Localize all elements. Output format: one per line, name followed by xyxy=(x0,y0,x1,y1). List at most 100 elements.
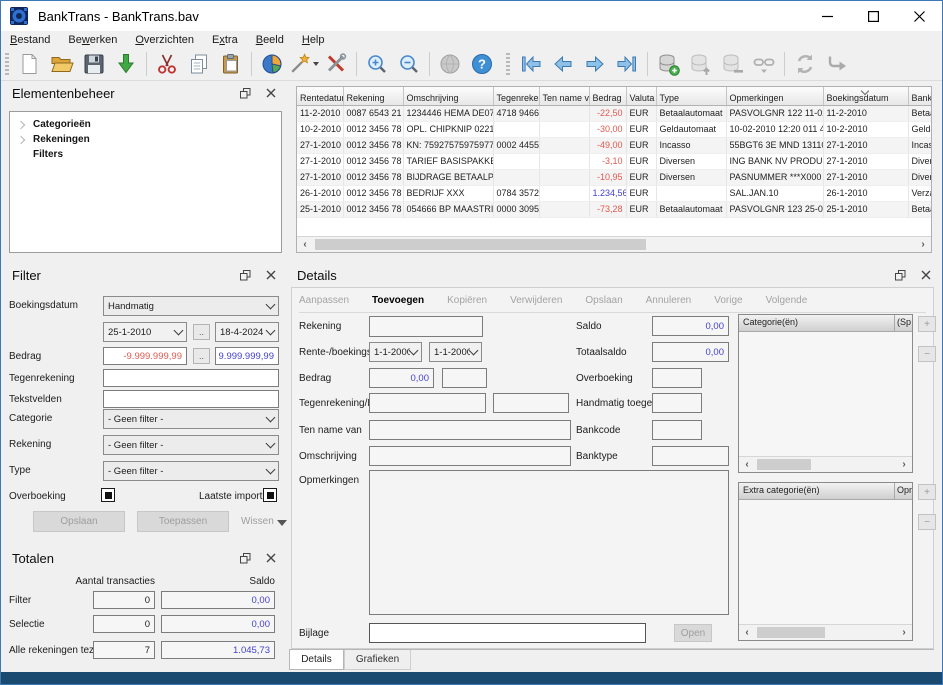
col-banktype[interactable]: Banktype xyxy=(908,87,931,105)
categorie-remove-button[interactable]: − xyxy=(918,346,936,362)
scroll-left-icon[interactable]: ‹ xyxy=(739,458,755,472)
action-kopieren[interactable]: Kopiëren xyxy=(447,295,487,306)
tools-button[interactable] xyxy=(321,50,351,78)
export-button[interactable] xyxy=(822,50,852,78)
tab-grafieken[interactable]: Grafieken xyxy=(344,650,411,670)
float-panel-button[interactable] xyxy=(238,86,252,100)
previous-transaction-button[interactable] xyxy=(548,50,578,78)
banktype-field[interactable] xyxy=(652,446,729,466)
bic-input[interactable] xyxy=(493,393,569,413)
close-button[interactable] xyxy=(896,1,942,31)
save-file-button[interactable] xyxy=(79,50,109,78)
col-bedrag[interactable]: Bedrag xyxy=(589,87,626,105)
categorie-add-button[interactable]: + xyxy=(918,316,936,332)
action-annuleren[interactable]: Annuleren xyxy=(646,295,692,306)
action-opslaan[interactable]: Opslaan xyxy=(585,295,622,306)
last-transaction-button[interactable] xyxy=(612,50,642,78)
menu-bewerken[interactable]: Bewerken xyxy=(59,33,126,47)
table-horizontal-scrollbar[interactable]: ‹ › xyxy=(297,236,931,252)
boekingsdatum-select[interactable]: Handmatig xyxy=(103,296,279,316)
bedrag-max-input[interactable]: 9.999.999,99 xyxy=(215,347,279,365)
menu-bestand[interactable]: Bestand xyxy=(1,33,59,47)
pie-chart-button[interactable] xyxy=(257,50,287,78)
categorie-column[interactable]: Categorie(ën) xyxy=(739,315,895,331)
scroll-left-icon[interactable]: ‹ xyxy=(297,238,313,252)
scrollbar-thumb[interactable] xyxy=(315,239,646,250)
paste-button[interactable] xyxy=(216,50,246,78)
opmerking-column[interactable]: Opm xyxy=(895,483,912,499)
date-to-select[interactable]: 18-4-2024 xyxy=(215,322,279,342)
boekingsdatum-detail-select[interactable]: 1-1-2000 xyxy=(429,342,482,362)
col-valuta[interactable]: Valuta xyxy=(626,87,656,105)
bijlage-input[interactable] xyxy=(369,623,646,643)
tekstvelden-input[interactable] xyxy=(103,390,279,408)
col-ten-name-van[interactable]: Ten name van xyxy=(539,87,589,105)
transaction-row[interactable]: 10-2-2010 0012 3456 78 OPL. CHIPKNIP 022… xyxy=(297,121,931,137)
date-from-select[interactable]: 25-1-2010 xyxy=(103,322,187,342)
web-button[interactable] xyxy=(435,50,465,78)
ten-name-van-input[interactable] xyxy=(369,420,571,440)
extra-categorie-add-button[interactable]: + xyxy=(918,484,936,500)
action-aanpassen[interactable]: Aanpassen xyxy=(299,295,349,306)
transaction-row[interactable]: 27-1-2010 0012 3456 78 TARIEF BASISPAKKE… xyxy=(297,153,931,169)
transaction-row[interactable]: 27-1-2010 0012 3456 78 KN: 7592757597597… xyxy=(297,137,931,153)
next-transaction-button[interactable] xyxy=(580,50,610,78)
filter-toepassen-button[interactable]: Toepassen xyxy=(137,511,229,532)
extra-categorie-list-scrollbar[interactable]: ‹ › xyxy=(739,624,912,640)
handmatig-toegekend-field[interactable] xyxy=(652,393,702,413)
tree-item-rekeningen[interactable]: Rekeningen xyxy=(10,132,281,147)
wissen-dropdown-caret[interactable] xyxy=(277,520,287,526)
minimize-button[interactable] xyxy=(804,1,850,31)
transaction-row[interactable]: 26-1-2010 0012 3456 78 BEDRIJF XXX 0784 … xyxy=(297,185,931,201)
date-range-button[interactable]: .. xyxy=(193,324,210,340)
bedrag-detail-input[interactable]: 0,00 xyxy=(369,368,434,388)
tegenrekening-input[interactable] xyxy=(103,369,279,387)
categorie-list-scrollbar[interactable]: ‹ › xyxy=(739,456,912,472)
copy-button[interactable] xyxy=(184,50,214,78)
col-boekingsdatum[interactable]: Boekingsdatum xyxy=(823,87,908,105)
open-file-button[interactable] xyxy=(47,50,77,78)
col-rekening[interactable]: Rekening xyxy=(343,87,403,105)
scroll-right-icon[interactable]: › xyxy=(915,238,931,252)
first-transaction-button[interactable] xyxy=(516,50,546,78)
filter-opslaan-button[interactable]: Opslaan xyxy=(33,511,125,532)
rekening-select[interactable]: - Geen filter - xyxy=(103,435,279,455)
zoom-out-button[interactable] xyxy=(394,50,424,78)
menu-beeld[interactable]: Beeld xyxy=(247,33,293,47)
col-opmerkingen[interactable]: Opmerkingen xyxy=(726,87,823,105)
action-toevoegen[interactable]: Toevoegen xyxy=(372,295,424,306)
tree-item-filters[interactable]: Filters xyxy=(10,147,281,162)
maximize-button[interactable] xyxy=(850,1,896,31)
menu-help[interactable]: Help xyxy=(293,33,334,47)
close-panel-button[interactable] xyxy=(264,551,278,565)
overboeking-checkbox[interactable] xyxy=(101,488,115,502)
float-panel-button[interactable] xyxy=(238,268,252,282)
refresh-button[interactable] xyxy=(790,50,820,78)
bedrag-extra-input[interactable] xyxy=(442,368,487,388)
new-file-button[interactable] xyxy=(15,50,45,78)
close-panel-button[interactable] xyxy=(919,268,933,282)
action-volgende[interactable]: Volgende xyxy=(766,295,808,306)
cut-button[interactable] xyxy=(152,50,182,78)
close-panel-button[interactable] xyxy=(264,268,278,282)
tegenrekening-detail-input[interactable] xyxy=(369,393,486,413)
close-panel-button[interactable] xyxy=(264,86,278,100)
float-panel-button[interactable] xyxy=(893,268,907,282)
col-omschrijving[interactable]: Omschrijving xyxy=(403,87,493,105)
extra-categorie-remove-button[interactable]: − xyxy=(918,514,936,530)
action-verwijderen[interactable]: Verwijderen xyxy=(510,295,562,306)
rentedatum-select[interactable]: 1-1-2000 xyxy=(369,342,422,362)
add-transaction-button[interactable] xyxy=(653,50,683,78)
overboeking-detail-field[interactable] xyxy=(652,368,702,388)
col-tegenrekening[interactable]: Tegenrekening xyxy=(493,87,539,105)
toolbar-grip[interactable] xyxy=(506,53,510,75)
wizard-button[interactable] xyxy=(289,50,319,78)
scrollbar-thumb[interactable] xyxy=(757,459,811,470)
extra-categorie-column[interactable]: Extra categorie(ën) xyxy=(739,483,895,499)
split-transaction-button[interactable] xyxy=(749,50,779,78)
scroll-left-icon[interactable]: ‹ xyxy=(739,626,755,640)
opmerkingen-textarea[interactable] xyxy=(369,470,729,615)
splits-column[interactable]: (Sp xyxy=(895,315,912,331)
expand-chevron-icon[interactable] xyxy=(17,120,25,128)
transaction-row[interactable]: 11-2-2010 0087 6543 21 1234446 HEMA DE07… xyxy=(297,105,931,121)
